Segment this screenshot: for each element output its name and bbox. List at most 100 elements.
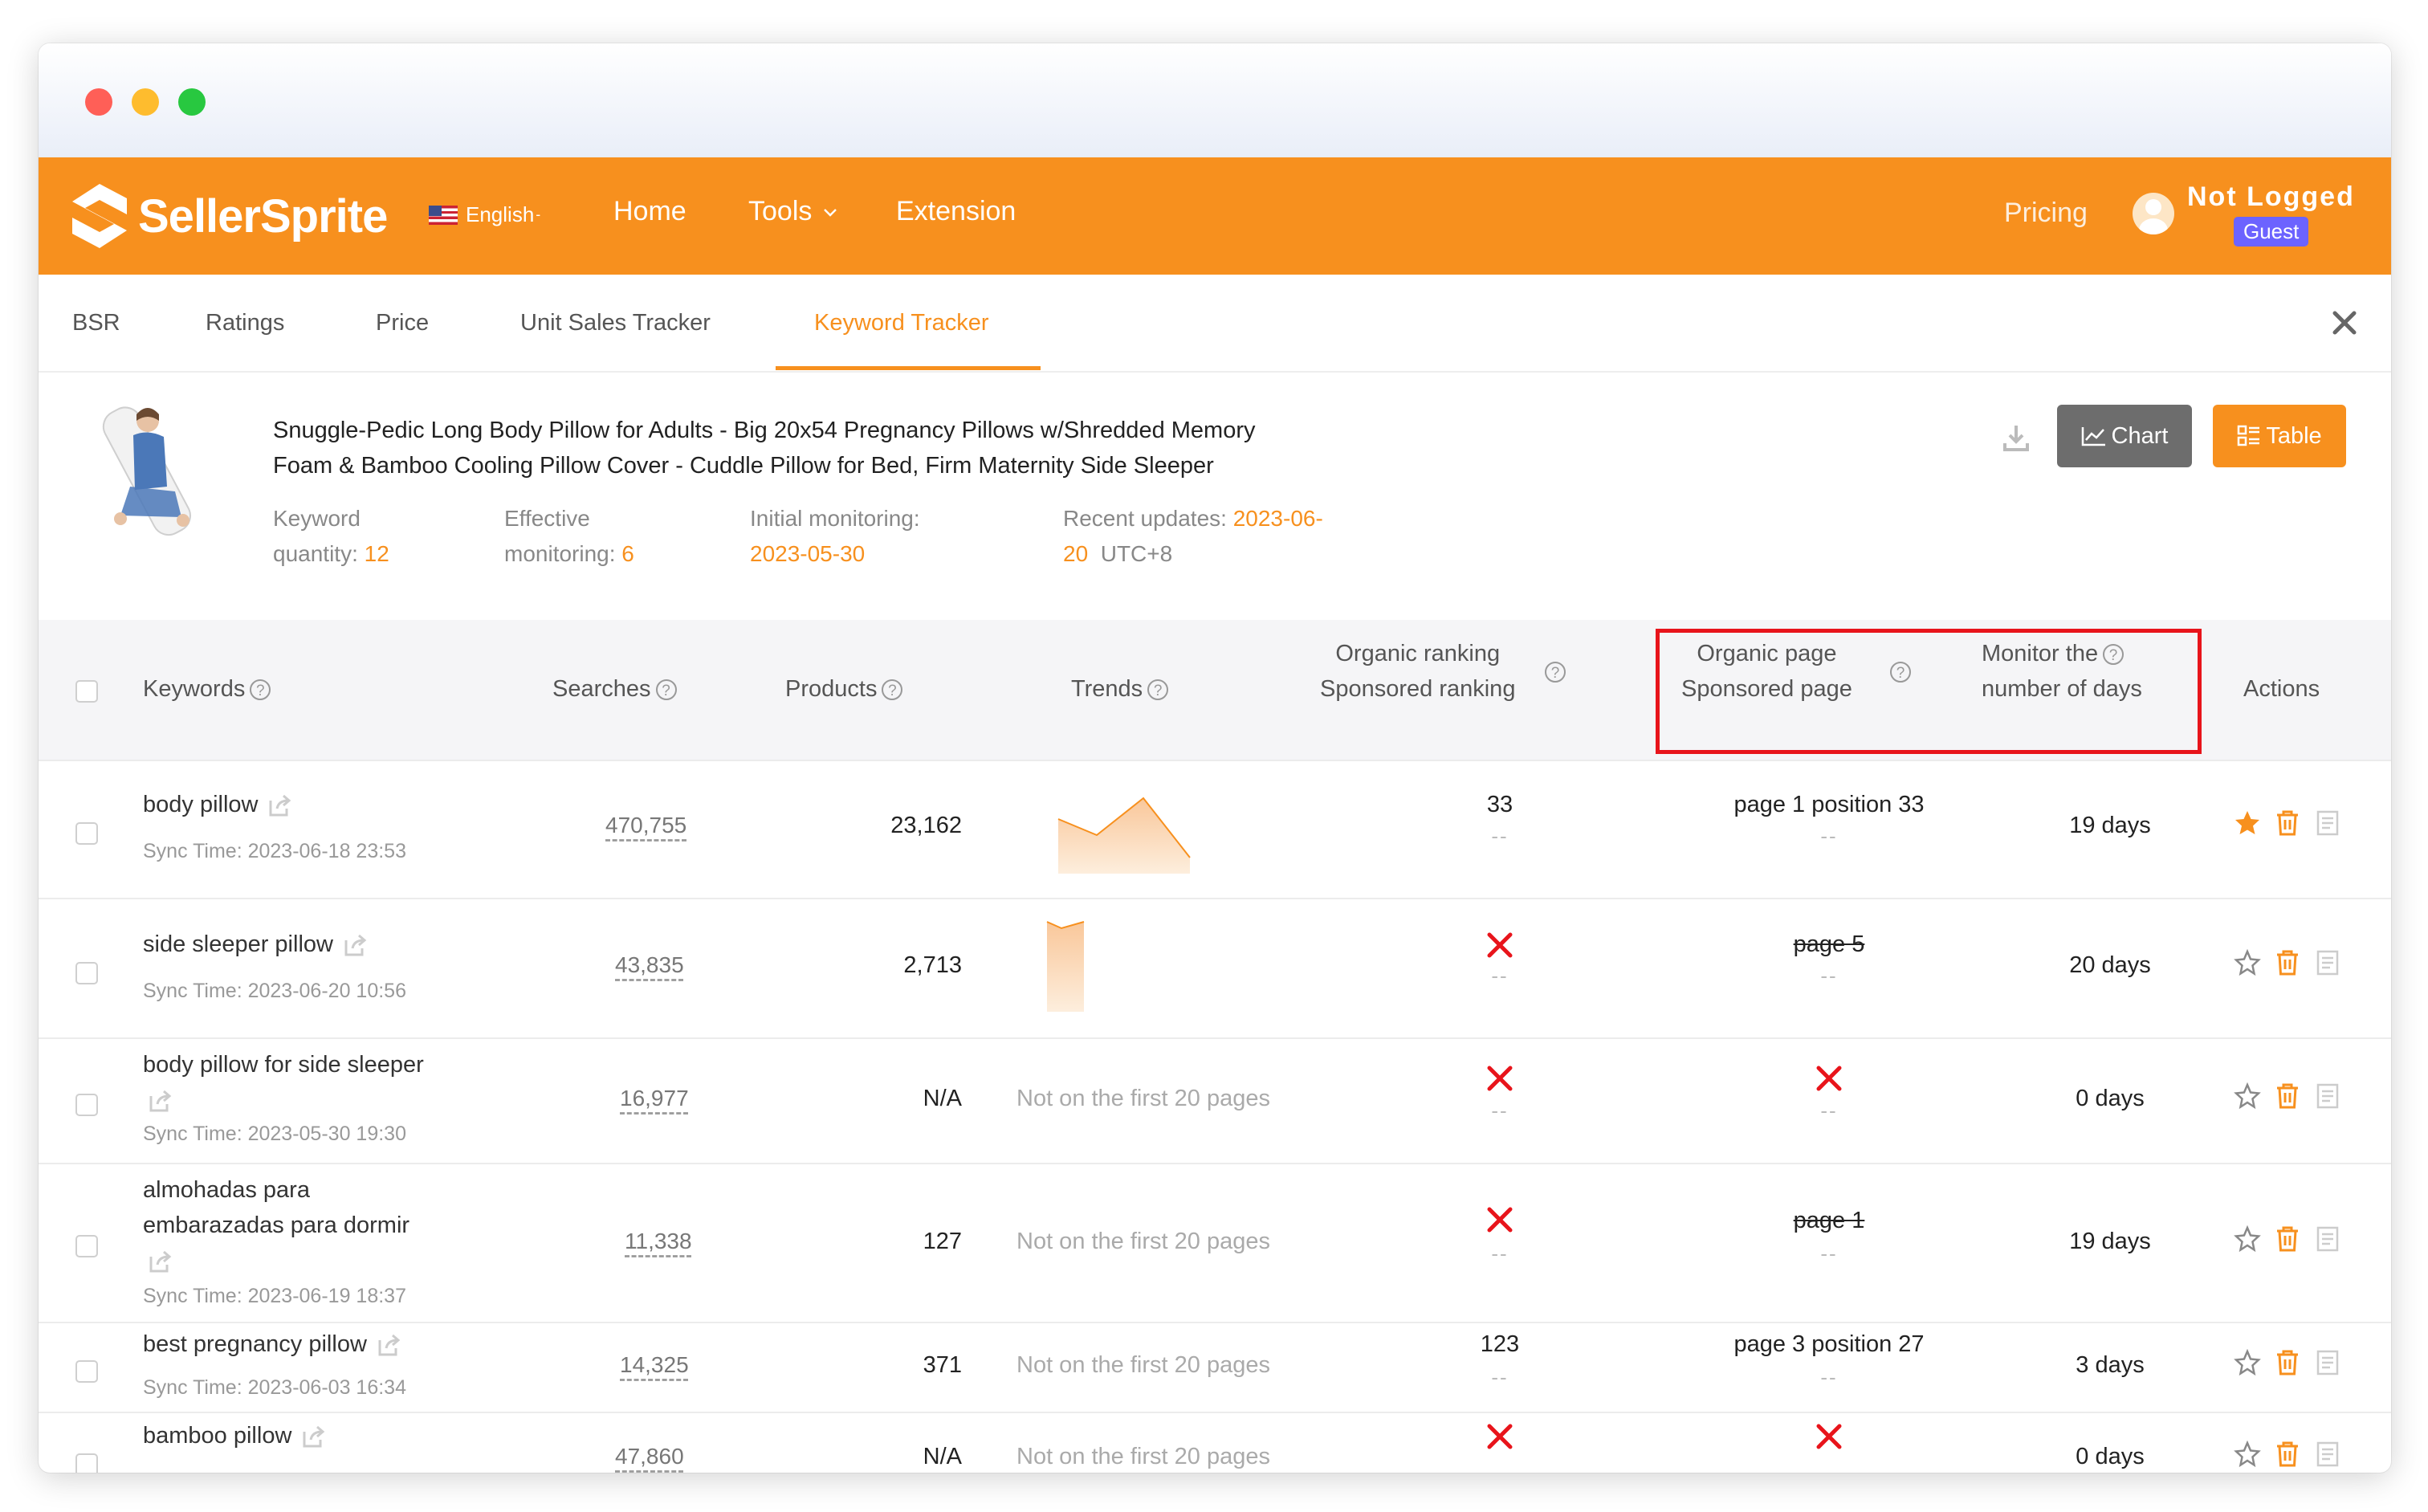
- row-checkbox[interactable]: [75, 962, 98, 984]
- row-checkbox[interactable]: [75, 1360, 98, 1383]
- download-icon[interactable]: [2002, 424, 2030, 453]
- sync-time: Sync Time: 2023-06-18 23:53: [143, 840, 406, 862]
- searches-value[interactable]: 14,325: [620, 1352, 689, 1378]
- products-value: N/A: [923, 1444, 962, 1469]
- nav-extension[interactable]: Extension: [896, 196, 1016, 227]
- guest-badge: Guest: [2234, 217, 2309, 247]
- nav-home[interactable]: Home: [613, 196, 686, 227]
- share-icon[interactable]: [343, 934, 367, 956]
- keyword-text: side sleeper pillow: [143, 931, 333, 957]
- tab-bsr[interactable]: BSR: [72, 310, 120, 336]
- row-checkbox[interactable]: [75, 1453, 98, 1473]
- keyword-cell[interactable]: side sleeper pillow: [143, 927, 480, 962]
- sync-time: Sync Time: 2023-06-20 10:56: [143, 980, 406, 1002]
- share-icon[interactable]: [301, 1425, 325, 1448]
- share-icon[interactable]: [148, 1090, 172, 1112]
- user-avatar[interactable]: [2133, 193, 2174, 234]
- star-outline-icon[interactable]: [2234, 1441, 2261, 1468]
- notes-icon[interactable]: [2314, 949, 2341, 976]
- help-icon[interactable]: ?: [250, 679, 271, 701]
- browser-window: SellerSprite English - Home Tools Extens…: [39, 43, 2391, 1473]
- recent-updates-value-part-1: 2023-06-: [1232, 506, 1323, 531]
- table-view-button[interactable]: Table: [2213, 405, 2346, 467]
- organic-page: page 3 position 27: [1733, 1331, 1925, 1357]
- col-keywords[interactable]: Keywords?: [143, 671, 271, 707]
- tab-unit-sales-tracker[interactable]: Unit Sales Tracker: [520, 310, 711, 336]
- sync-time: Sync Time: 2023-05-30 19:30: [143, 1123, 406, 1145]
- nav-pricing[interactable]: Pricing: [2004, 198, 2088, 229]
- tab-keyword-tracker[interactable]: Keyword Tracker: [814, 310, 989, 336]
- x-mark-icon: [1816, 1424, 1842, 1449]
- share-icon[interactable]: [267, 794, 291, 817]
- table-row: body pillow for side sleeper Sync Time: …: [39, 1039, 2391, 1164]
- col-products[interactable]: Products?: [785, 671, 903, 707]
- searches-value[interactable]: 11,338: [625, 1229, 692, 1254]
- table-row: bamboo pillow 47,860 N/A Not on the firs…: [39, 1413, 2391, 1473]
- sponsored-page: --: [1820, 1365, 1838, 1389]
- trash-icon[interactable]: [2274, 1441, 2301, 1468]
- trend-sparkline[interactable]: [1057, 787, 1193, 875]
- keyword-cell[interactable]: body pillow for side sleeper: [143, 1047, 480, 1118]
- searches-value[interactable]: 470,755: [605, 813, 686, 838]
- searches-value[interactable]: 47,860: [615, 1444, 684, 1469]
- trash-icon[interactable]: [2274, 1349, 2301, 1376]
- col-searches[interactable]: Searches?: [552, 671, 677, 707]
- tab-ratings[interactable]: Ratings: [206, 310, 284, 336]
- star-outline-icon[interactable]: [2234, 1349, 2261, 1376]
- notes-icon[interactable]: [2314, 1225, 2341, 1253]
- star-outline-icon[interactable]: [2234, 949, 2261, 976]
- sponsored-ranking: --: [1491, 1098, 1509, 1123]
- nav-tools[interactable]: Tools: [748, 196, 837, 227]
- language-selector[interactable]: English -: [429, 202, 540, 227]
- initial-monitoring-label: Initial monitoring:: [750, 506, 920, 531]
- product-title[interactable]: Snuggle-Pedic Long Body Pillow for Adult…: [273, 413, 1397, 483]
- select-all-checkbox[interactable]: [75, 680, 98, 703]
- sponsored-ranking: --: [1491, 824, 1509, 848]
- recent-updates-row: Recent updates: 2023-06-: [1063, 501, 1323, 536]
- star-filled-icon[interactable]: [2234, 809, 2261, 837]
- star-outline-icon[interactable]: [2234, 1225, 2261, 1253]
- keyword-cell[interactable]: bamboo pillow: [143, 1418, 480, 1453]
- keyword-text: body pillow for side sleeper: [143, 1052, 424, 1078]
- sellersprite-logo[interactable]: SellerSprite: [71, 181, 388, 251]
- keyword-cell[interactable]: best pregnancy pillow: [143, 1327, 480, 1362]
- notes-icon[interactable]: [2314, 809, 2341, 837]
- products-value: 371: [923, 1352, 962, 1378]
- help-icon[interactable]: ?: [882, 679, 903, 701]
- share-icon[interactable]: [148, 1250, 172, 1273]
- chart-view-button[interactable]: Chart: [2057, 405, 2192, 467]
- user-status[interactable]: Not Logged: [2187, 181, 2355, 213]
- trash-icon[interactable]: [2274, 1225, 2301, 1253]
- monitor-days: 20 days: [2069, 952, 2151, 978]
- help-icon[interactable]: ?: [1545, 662, 1566, 683]
- trash-icon[interactable]: [2274, 809, 2301, 837]
- star-outline-icon[interactable]: [2234, 1082, 2261, 1110]
- help-icon[interactable]: ?: [655, 679, 677, 701]
- notes-icon[interactable]: [2314, 1441, 2341, 1468]
- minimize-window-button[interactable]: [132, 88, 159, 116]
- keyword-cell[interactable]: almohadas para embarazadas para dormir: [143, 1172, 480, 1278]
- row-checkbox[interactable]: [75, 1094, 98, 1116]
- notes-icon[interactable]: [2314, 1349, 2341, 1376]
- tab-price[interactable]: Price: [376, 310, 429, 336]
- searches-value[interactable]: 43,835: [615, 952, 684, 978]
- keyword-cell[interactable]: body pillow: [143, 787, 480, 822]
- ranking-help: ?: [1540, 654, 1566, 689]
- trash-icon[interactable]: [2274, 1082, 2301, 1110]
- products-value: 23,162: [890, 813, 962, 838]
- share-icon[interactable]: [377, 1334, 401, 1356]
- trend-sparkline[interactable]: [1045, 920, 1094, 1013]
- searches-value[interactable]: 16,977: [620, 1086, 689, 1111]
- monitor-days: 0 days: [2076, 1086, 2145, 1111]
- notes-icon[interactable]: [2314, 1082, 2341, 1110]
- help-icon[interactable]: ?: [1147, 679, 1169, 701]
- close-window-button[interactable]: [85, 88, 112, 116]
- close-icon[interactable]: [2328, 307, 2361, 339]
- x-mark-icon: [1487, 1066, 1513, 1091]
- maximize-window-button[interactable]: [178, 88, 206, 116]
- row-checkbox[interactable]: [75, 822, 98, 845]
- row-checkbox[interactable]: [75, 1235, 98, 1257]
- product-thumbnail[interactable]: [85, 397, 214, 541]
- trash-icon[interactable]: [2274, 949, 2301, 976]
- table-button-label: Table: [2266, 422, 2322, 449]
